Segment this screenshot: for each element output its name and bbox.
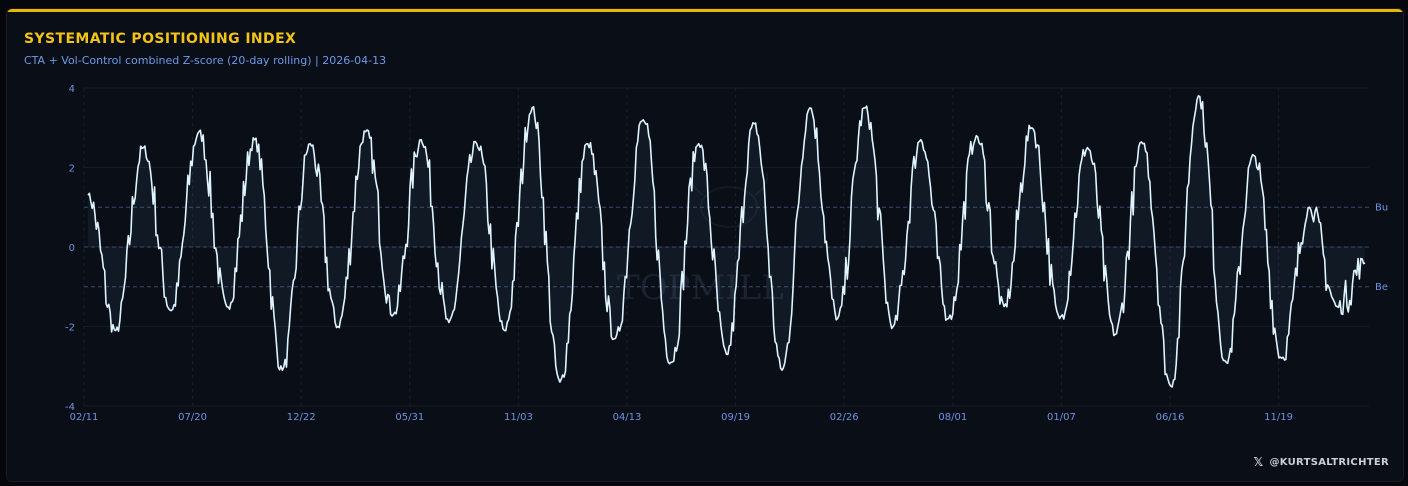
chart-panel: TOPMILL Bu Be 4 2 0 -2 -4 02/11 07/20 12/22 05/3… — [6, 8, 1404, 482]
y-tick-label: 2 — [69, 164, 75, 175]
x-axis: 02/11 07/20 12/22 05/31 11/03 04/13 09/19 02/26… — [70, 412, 1293, 423]
chart-title: SYSTEMATIC POSITIONING INDEX — [24, 31, 297, 47]
watermark-text: TOPMILL — [617, 268, 784, 308]
y-tick-label: 0 — [69, 243, 75, 254]
y-tick-label: 4 — [69, 84, 75, 95]
series-area — [88, 95, 1365, 388]
positioning-chart: TOPMILL BuBe 420-2-4 02/11 07/20 12/22 05/3… — [65, 84, 1388, 423]
x-tick-label: 11/03 — [504, 412, 533, 423]
x-tick-label: 09/19 — [721, 412, 750, 423]
x-tick-label: 04/13 — [613, 412, 642, 423]
credit-handle: @KURTSALTRICHTER — [1269, 456, 1389, 468]
y-axis: 420-2-4 — [65, 84, 75, 413]
x-tick-label: 02/26 — [830, 412, 859, 423]
y-tick-label: -2 — [65, 323, 75, 334]
x-tick-label: 11/19 — [1264, 412, 1293, 423]
chart-subtitle: CTA + Vol-Control combined Z-score (20-d… — [24, 54, 387, 67]
x-tick-label: 06/16 — [1156, 412, 1185, 423]
reference-label: Be — [1375, 282, 1388, 293]
reference-label: Bu — [1375, 202, 1388, 213]
x-tick-label: 07/20 — [178, 412, 207, 423]
x-tick-label: 01/07 — [1047, 412, 1076, 423]
x-tick-label: 05/31 — [395, 412, 424, 423]
x-tick-label: 02/11 — [70, 412, 99, 423]
x-tick-label: 12/22 — [287, 412, 316, 423]
x-logo-icon: 𝕏 — [1253, 455, 1264, 469]
credit: 𝕏 @KURTSALTRICHTER — [1254, 455, 1390, 469]
x-tick-label: 08/01 — [938, 412, 967, 423]
